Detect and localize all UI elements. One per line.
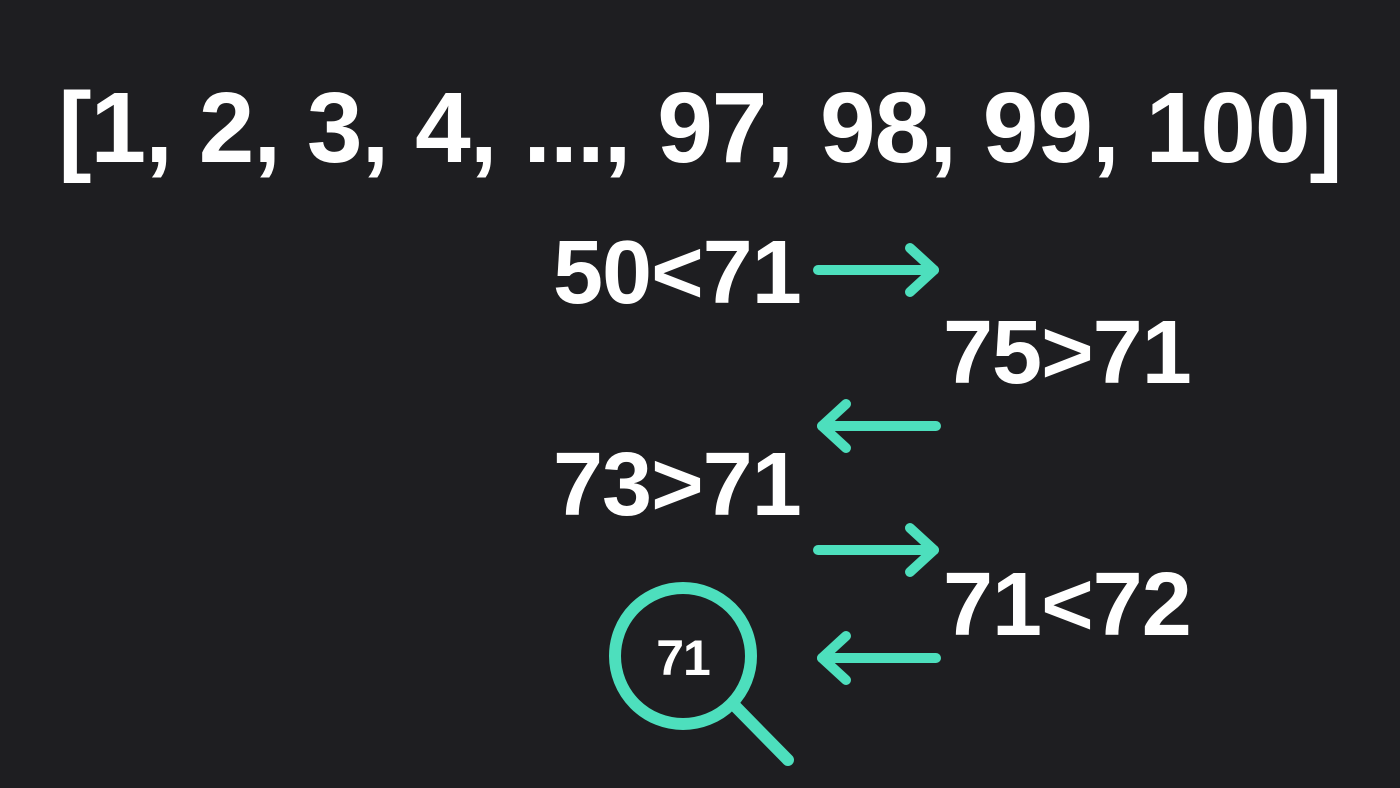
arrow-left-icon xyxy=(817,631,941,685)
arrow-right-icon xyxy=(813,243,939,297)
found-value-label: 71 xyxy=(656,630,711,686)
arrow-left-icon xyxy=(817,399,941,453)
binary-search-diagram: [1, 2, 3, 4, ..., 97, 98, 99, 100] 50<71… xyxy=(0,0,1400,788)
arrow-right-icon xyxy=(813,523,939,577)
